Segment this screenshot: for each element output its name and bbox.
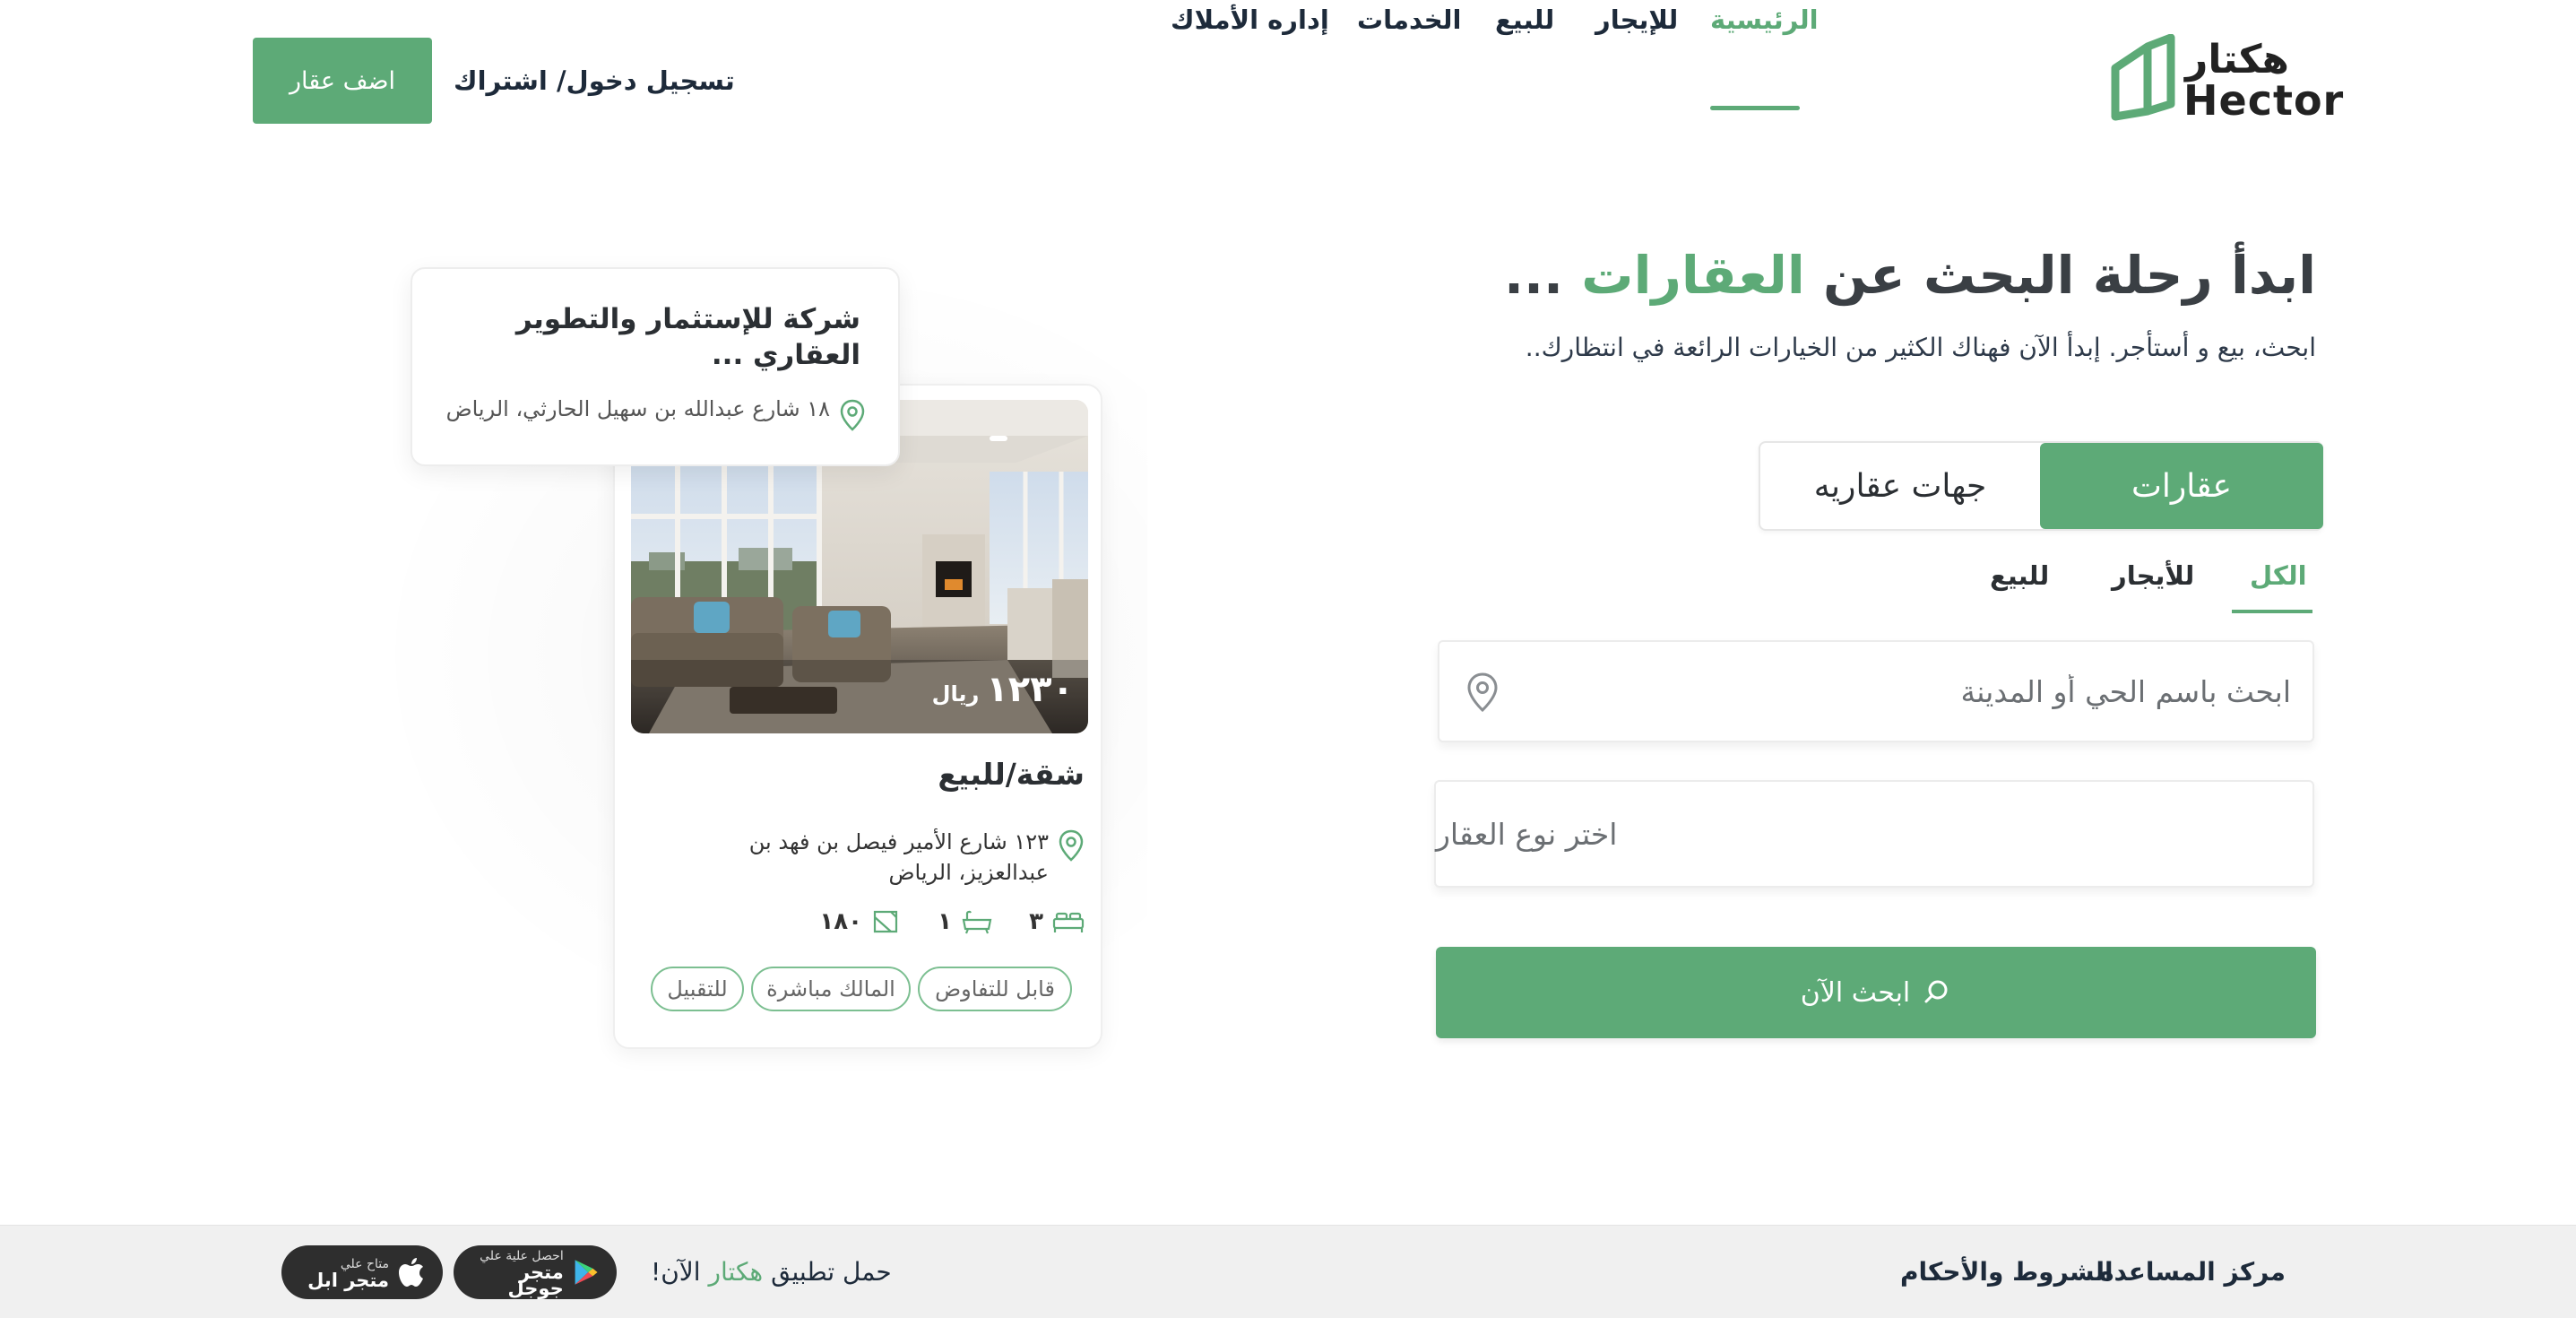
google-play-icon [575, 1260, 598, 1285]
bathrooms-feature: ١ [938, 906, 993, 938]
nav-rent[interactable]: للإيجار [1595, 0, 1678, 39]
tag-transfer: للتقبيل [651, 967, 744, 1011]
hero-title-ellipsis: ... [1503, 245, 1564, 306]
download-app-text: حمل تطبيق هكتار الآن! [651, 1254, 892, 1290]
terms-link[interactable]: الشروط والأحكام [1900, 1254, 2114, 1290]
property-listing-card[interactable]: ١٢٣٠ ريال شقة/للبيع ١٢٣ شارع الأمير فيصل… [613, 384, 1102, 1049]
price-currency: ريال [931, 681, 980, 707]
nav-home[interactable]: الرئيسية [1710, 0, 1819, 39]
tab-properties[interactable]: عقارات [2040, 443, 2323, 529]
agency-address: ١٨ شارع عبدالله بن سهيل الحارثي، الرياض [445, 396, 830, 421]
download-app-brand: هكتار [708, 1257, 764, 1287]
tag-owner-direct: المالك مباشرة [751, 967, 911, 1011]
property-type-select[interactable]: اختر نوع العقار [1434, 780, 2314, 888]
nav-sale[interactable]: للبيع [1495, 0, 1554, 39]
app-store-text: متاح علي متجر ابل [307, 1256, 389, 1291]
nav-services[interactable]: الخدمات [1357, 0, 1461, 39]
bedrooms-feature: ٣ [1029, 906, 1085, 938]
add-property-button[interactable]: اضف عقار [253, 38, 432, 124]
app-store-badge[interactable]: متاح علي متجر ابل [281, 1245, 443, 1299]
hero-title-accent: العقارات [1581, 245, 1805, 306]
agency-card[interactable]: شركة للإستثمار والتطوير العقاري ... ١٨ ش… [411, 267, 900, 466]
brand-logo[interactable]: هكتار Hector [2108, 34, 2343, 124]
google-play-big: متجر جوجل [507, 1262, 564, 1299]
agency-name: شركة للإستثمار والتطوير العقاري ... [515, 303, 860, 371]
download-app-after: الآن! [651, 1257, 701, 1287]
app-store-big: متجر ابل [307, 1270, 389, 1291]
search-button-label: ابحث الآن [1800, 976, 1911, 1009]
site-header: هكتار Hector الرئيسية للإيجار للبيع الخد… [0, 0, 2576, 161]
price-tag: ١٢٣٠ ريال [932, 669, 1074, 710]
login-signup-link[interactable]: تسجيل دخول/ اشتراك [454, 61, 735, 100]
hero-title-part1: ابدأ رحلة البحث عن [1822, 245, 2316, 306]
google-play-badge[interactable]: احصل علية علي متجر جوجل [454, 1245, 617, 1299]
help-center-link[interactable]: مركز المساعده [2099, 1254, 2286, 1290]
location-search-input[interactable] [1520, 642, 2291, 741]
logo-text-english: Hector [2183, 76, 2345, 125]
site-footer: مركز المساعده الشروط والأحكام حمل تطبيق … [0, 1225, 2576, 1318]
download-app-before: حمل تطبيق [771, 1257, 892, 1287]
listing-location-pin-icon [1059, 829, 1084, 862]
filter-sale[interactable]: للبيع [1990, 556, 2049, 595]
listing-address: ١٢٣ شارع الأمير فيصل بن فهد بن عبدالعزيز… [748, 829, 1049, 885]
logo-house-icon [2111, 34, 2175, 121]
location-pin-icon [1467, 672, 1498, 713]
filter-rent[interactable]: للأيجار [2112, 556, 2194, 595]
area-icon [873, 910, 898, 933]
apple-icon [399, 1258, 423, 1287]
bathtub-icon [962, 910, 992, 934]
nav-active-indicator [1710, 106, 1800, 110]
bed-icon [1052, 912, 1085, 932]
hero-subtitle: ابحث، بيع و أستأجر. إبدأ الآن فهناك الكث… [1525, 333, 2316, 362]
google-play-text: احصل علية علي متجر جوجل [471, 1248, 564, 1299]
logo-text-arabic: هكتار [2185, 37, 2289, 82]
listing-title: شقة/للبيع [938, 757, 1085, 792]
search-type-tabs: عقارات جهات عقاريه [1759, 441, 2323, 531]
tab-agencies[interactable]: جهات عقاريه [1760, 443, 2040, 529]
bathrooms-count: ١ [938, 908, 952, 935]
search-icon [1924, 980, 1948, 1003]
filter-all[interactable]: الكل [2250, 556, 2307, 595]
nav-property-management[interactable]: إداره الأملاك [1171, 0, 1329, 39]
agency-location-pin-icon [840, 399, 865, 431]
area-feature: ١٨٠ [819, 906, 902, 938]
bedrooms-count: ٣ [1029, 908, 1043, 935]
tag-negotiable: قابل للتفاوض [918, 967, 1072, 1011]
price-value: ١٢٣٠ [986, 669, 1074, 710]
location-search-field [1438, 640, 2314, 742]
area-value: ١٨٠ [819, 908, 862, 935]
filter-active-indicator [2232, 610, 2312, 613]
hero-title: ابدأ رحلة البحث عن العقارات ... [1504, 242, 2316, 308]
search-now-button[interactable]: ابحث الآن [1436, 947, 2316, 1038]
